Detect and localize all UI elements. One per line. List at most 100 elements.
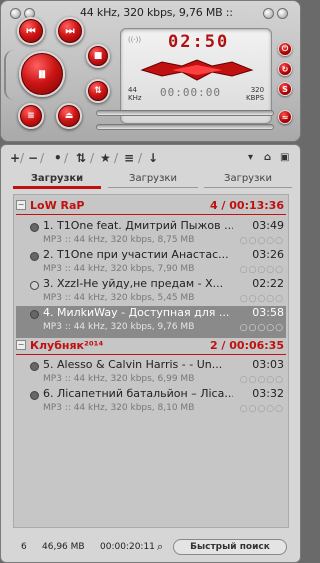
track-state-icon — [30, 391, 39, 400]
track-state-icon — [30, 252, 39, 261]
track-row[interactable]: 6. Лісапетний батальйон – Ліса... 03:32 … — [16, 387, 286, 419]
total-duration: 00:00:20:11 — [100, 542, 155, 552]
pause-icon: ⏸ — [37, 63, 47, 85]
side-button-1[interactable]: ⏻ — [278, 42, 292, 56]
track-meta: MP3 :: 44 kHz, 320 kbps, 5,45 MB — [43, 293, 195, 303]
track-meta: MP3 :: 44 kHz, 320 kbps, 8,75 MB — [43, 235, 195, 245]
seek-slider[interactable] — [96, 110, 274, 116]
track-row[interactable]: 5. Alesso & Calvin Harris - - Un... 03:0… — [16, 358, 286, 390]
frequency-label: 44 KHz — [128, 86, 142, 102]
window-minimize2-button[interactable] — [263, 8, 274, 19]
track-title: 2. T1One при участии Анастас... — [43, 248, 229, 261]
track-title: 3. XzzI-Не уйду,не предам - X... — [43, 277, 224, 290]
playlist-group[interactable]: − Клубняк²⁰¹⁴ 2 / 00:06:35 — [16, 339, 286, 353]
open-file-button[interactable]: ⇅ — [86, 79, 110, 103]
playlist-icon[interactable]: ≡ — [124, 150, 134, 166]
separator: / — [138, 151, 143, 165]
menu-button[interactable]: ≡ — [18, 103, 44, 129]
group-divider — [16, 214, 286, 215]
collapse-icon[interactable]: − — [16, 200, 26, 210]
rating-icon[interactable]: ○○○○○ — [240, 236, 284, 246]
previous-button[interactable]: ⏮ — [17, 17, 45, 45]
download-icon[interactable]: ↓ — [148, 150, 158, 166]
tab-underline — [204, 187, 292, 188]
track-ticker: 44 kHz, 320 kbps, 9,76 MB :: — [80, 6, 233, 19]
rating-icon[interactable]: ○○○○○ — [240, 375, 284, 385]
window-close-button[interactable] — [277, 8, 288, 19]
tab-downloads-3[interactable]: Загрузки — [204, 171, 292, 187]
track-row-selected[interactable]: 4. МилkиWay - Доступная для ... 03:58 MP… — [16, 306, 286, 338]
rating-icon[interactable]: ○○○○○ — [240, 323, 284, 333]
tab-downloads-2[interactable]: Загрузки — [108, 171, 198, 187]
track-duration: 03:49 — [252, 219, 284, 232]
track-state-icon — [30, 281, 39, 290]
playlist-group[interactable]: − LoW RaP 4 / 00:13:36 — [16, 199, 286, 213]
home-icon[interactable]: ⌂ — [264, 150, 271, 166]
rating-icon[interactable]: ○○○○○ — [240, 404, 284, 414]
track-row[interactable]: 2. T1One при участии Анастас... 03:26 MP… — [16, 248, 286, 280]
favorite-icon[interactable]: ★ — [100, 150, 111, 166]
active-tab-indicator — [13, 186, 101, 189]
total-size: 46,96 MB — [42, 542, 85, 552]
repeat-icon: ↻ — [281, 64, 289, 74]
collapse-icon[interactable]: − — [16, 340, 26, 350]
track-duration: 03:03 — [252, 358, 284, 371]
separator: / — [90, 151, 95, 165]
group-name: LoW RaP — [30, 199, 85, 212]
separator: / — [114, 151, 119, 165]
group-divider — [16, 354, 286, 355]
select-icon[interactable]: • — [54, 150, 62, 166]
track-title: 5. Alesso & Calvin Harris - - Un... — [43, 358, 223, 371]
side-button-3[interactable]: S — [278, 82, 292, 96]
add-files-icon: ⇅ — [94, 86, 102, 96]
shuffle-icon: S — [282, 84, 288, 94]
track-title: 4. МилkиWay - Доступная для ... — [43, 306, 230, 319]
separator: / — [40, 151, 45, 165]
track-duration: 02:22 — [252, 277, 284, 290]
group-info: 2 / 00:06:35 — [209, 339, 284, 352]
quick-search-input[interactable]: Быстрый поиск — [173, 539, 287, 555]
group-info: 4 / 00:13:36 — [209, 199, 284, 212]
pause-button[interactable]: ⏸ — [19, 51, 65, 97]
track-state-icon — [30, 223, 39, 232]
side-button-4[interactable]: ≈ — [278, 110, 292, 124]
aimp-logo — [140, 59, 254, 81]
tab-downloads-1[interactable]: Загрузки — [13, 171, 101, 187]
next-button[interactable]: ⏭ — [56, 17, 84, 45]
bitrate-label: 320 KBPS — [246, 86, 265, 102]
eject-button[interactable]: ⏏ — [56, 103, 82, 129]
dropdown-icon[interactable]: ▾ — [248, 150, 253, 166]
previous-icon: ⏮ — [26, 25, 36, 37]
tab-underline — [108, 187, 198, 188]
rating-icon[interactable]: ○○○○○ — [240, 265, 284, 275]
menu-icon: ≡ — [27, 111, 35, 121]
volume-arc[interactable] — [4, 50, 14, 100]
track-count: 6 — [21, 542, 27, 552]
sort-icon[interactable]: ⇅ — [76, 150, 86, 166]
search-icon[interactable]: ⌕ — [157, 540, 163, 554]
track-row[interactable]: 3. XzzI-Не уйду,не предам - X... 02:22 M… — [16, 277, 286, 309]
track-duration: 03:58 — [252, 306, 284, 319]
time-display: 02:50 — [168, 32, 230, 52]
balance-slider[interactable] — [96, 124, 274, 130]
rating-icon[interactable]: ○○○○○ — [240, 294, 284, 304]
equalizer-icon: ≈ — [281, 112, 289, 122]
track-state-icon — [30, 362, 39, 371]
track-duration: 03:26 — [252, 248, 284, 261]
track-title: 6. Лісапетний батальйон – Ліса... — [43, 387, 233, 400]
separator: / — [20, 151, 25, 165]
playlist-toolbar: + / − / • / ⇅ / ★ / ≡ / ↓ ▾ ⌂ ▣ — [6, 150, 296, 166]
lock-icon[interactable]: ▣ — [280, 150, 289, 166]
track-meta: MP3 :: 44 kHz, 320 kbps, 6,99 MB — [43, 374, 195, 384]
remove-icon[interactable]: − — [28, 150, 38, 166]
track-title: 1. T1One feat. Дмитрий Пыжов ... — [43, 219, 233, 232]
position-display: 00:00:00 — [160, 86, 221, 99]
track-row[interactable]: 1. T1One feat. Дмитрий Пыжов ... 03:49 M… — [16, 219, 286, 251]
stop-icon: ■ — [93, 51, 103, 61]
add-icon[interactable]: + — [10, 150, 20, 166]
side-button-2[interactable]: ↻ — [278, 62, 292, 76]
window-menu-button[interactable] — [10, 8, 21, 19]
group-name: Клубняк²⁰¹⁴ — [30, 339, 104, 352]
stop-button[interactable]: ■ — [86, 44, 110, 68]
track-meta: MP3 :: 44 kHz, 320 kbps, 8,10 MB — [43, 403, 195, 413]
